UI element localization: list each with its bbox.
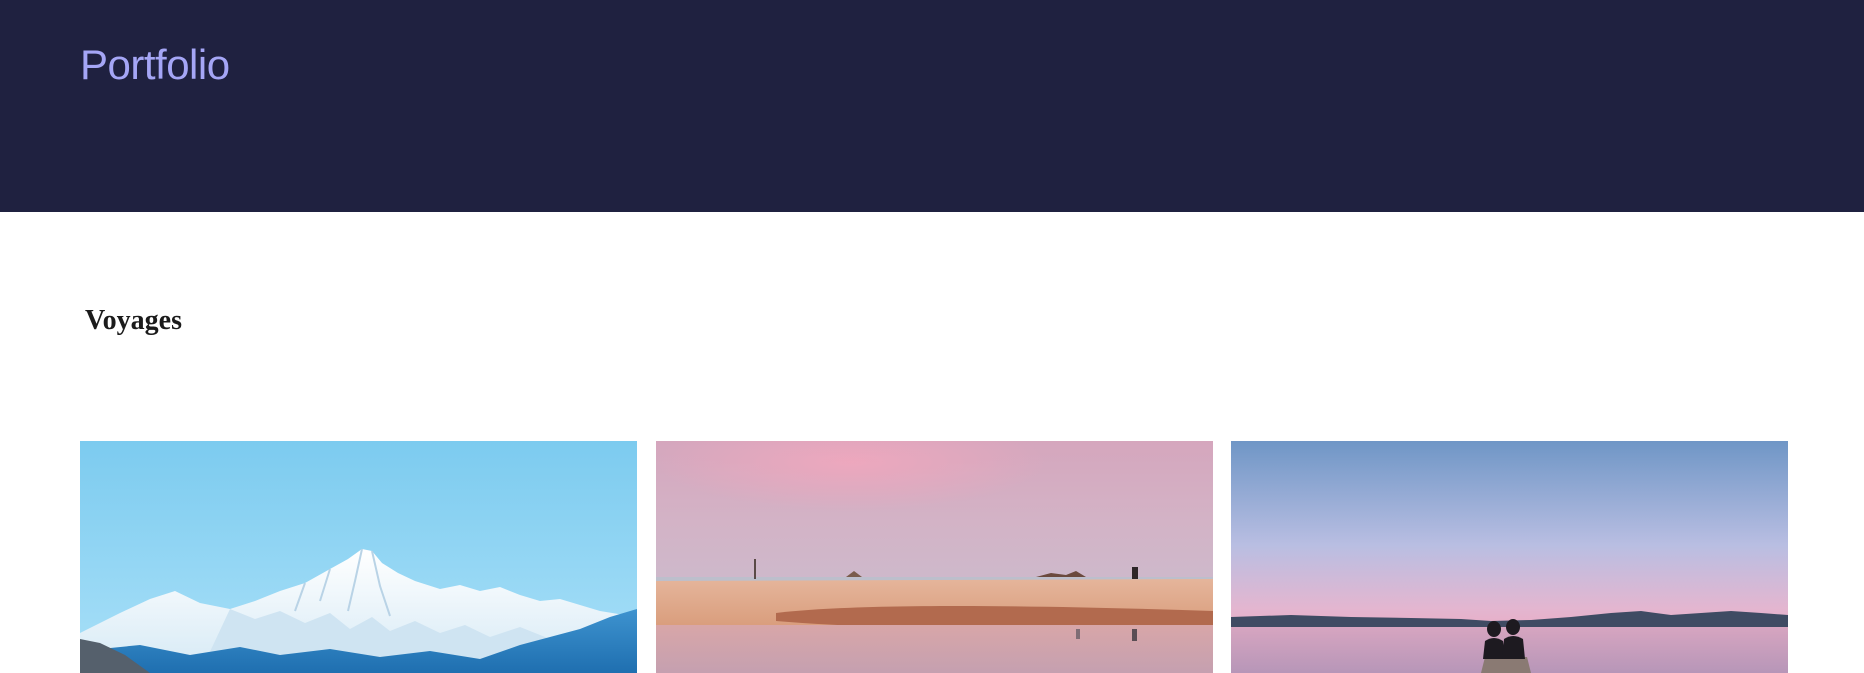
beach-photo-image [656, 441, 1213, 673]
gallery-photo-pier[interactable] [1231, 441, 1788, 673]
site-logo[interactable]: Portfolio [80, 40, 230, 90]
section-title: Voyages [85, 305, 182, 336]
site-header: Portfolio [0, 0, 1864, 212]
mountain-photo-image [80, 441, 637, 673]
gallery-photo-mountains[interactable] [80, 441, 637, 673]
pier-photo-image [1231, 441, 1788, 673]
gallery-photo-beach[interactable] [656, 441, 1213, 673]
photo-gallery [80, 441, 1788, 673]
